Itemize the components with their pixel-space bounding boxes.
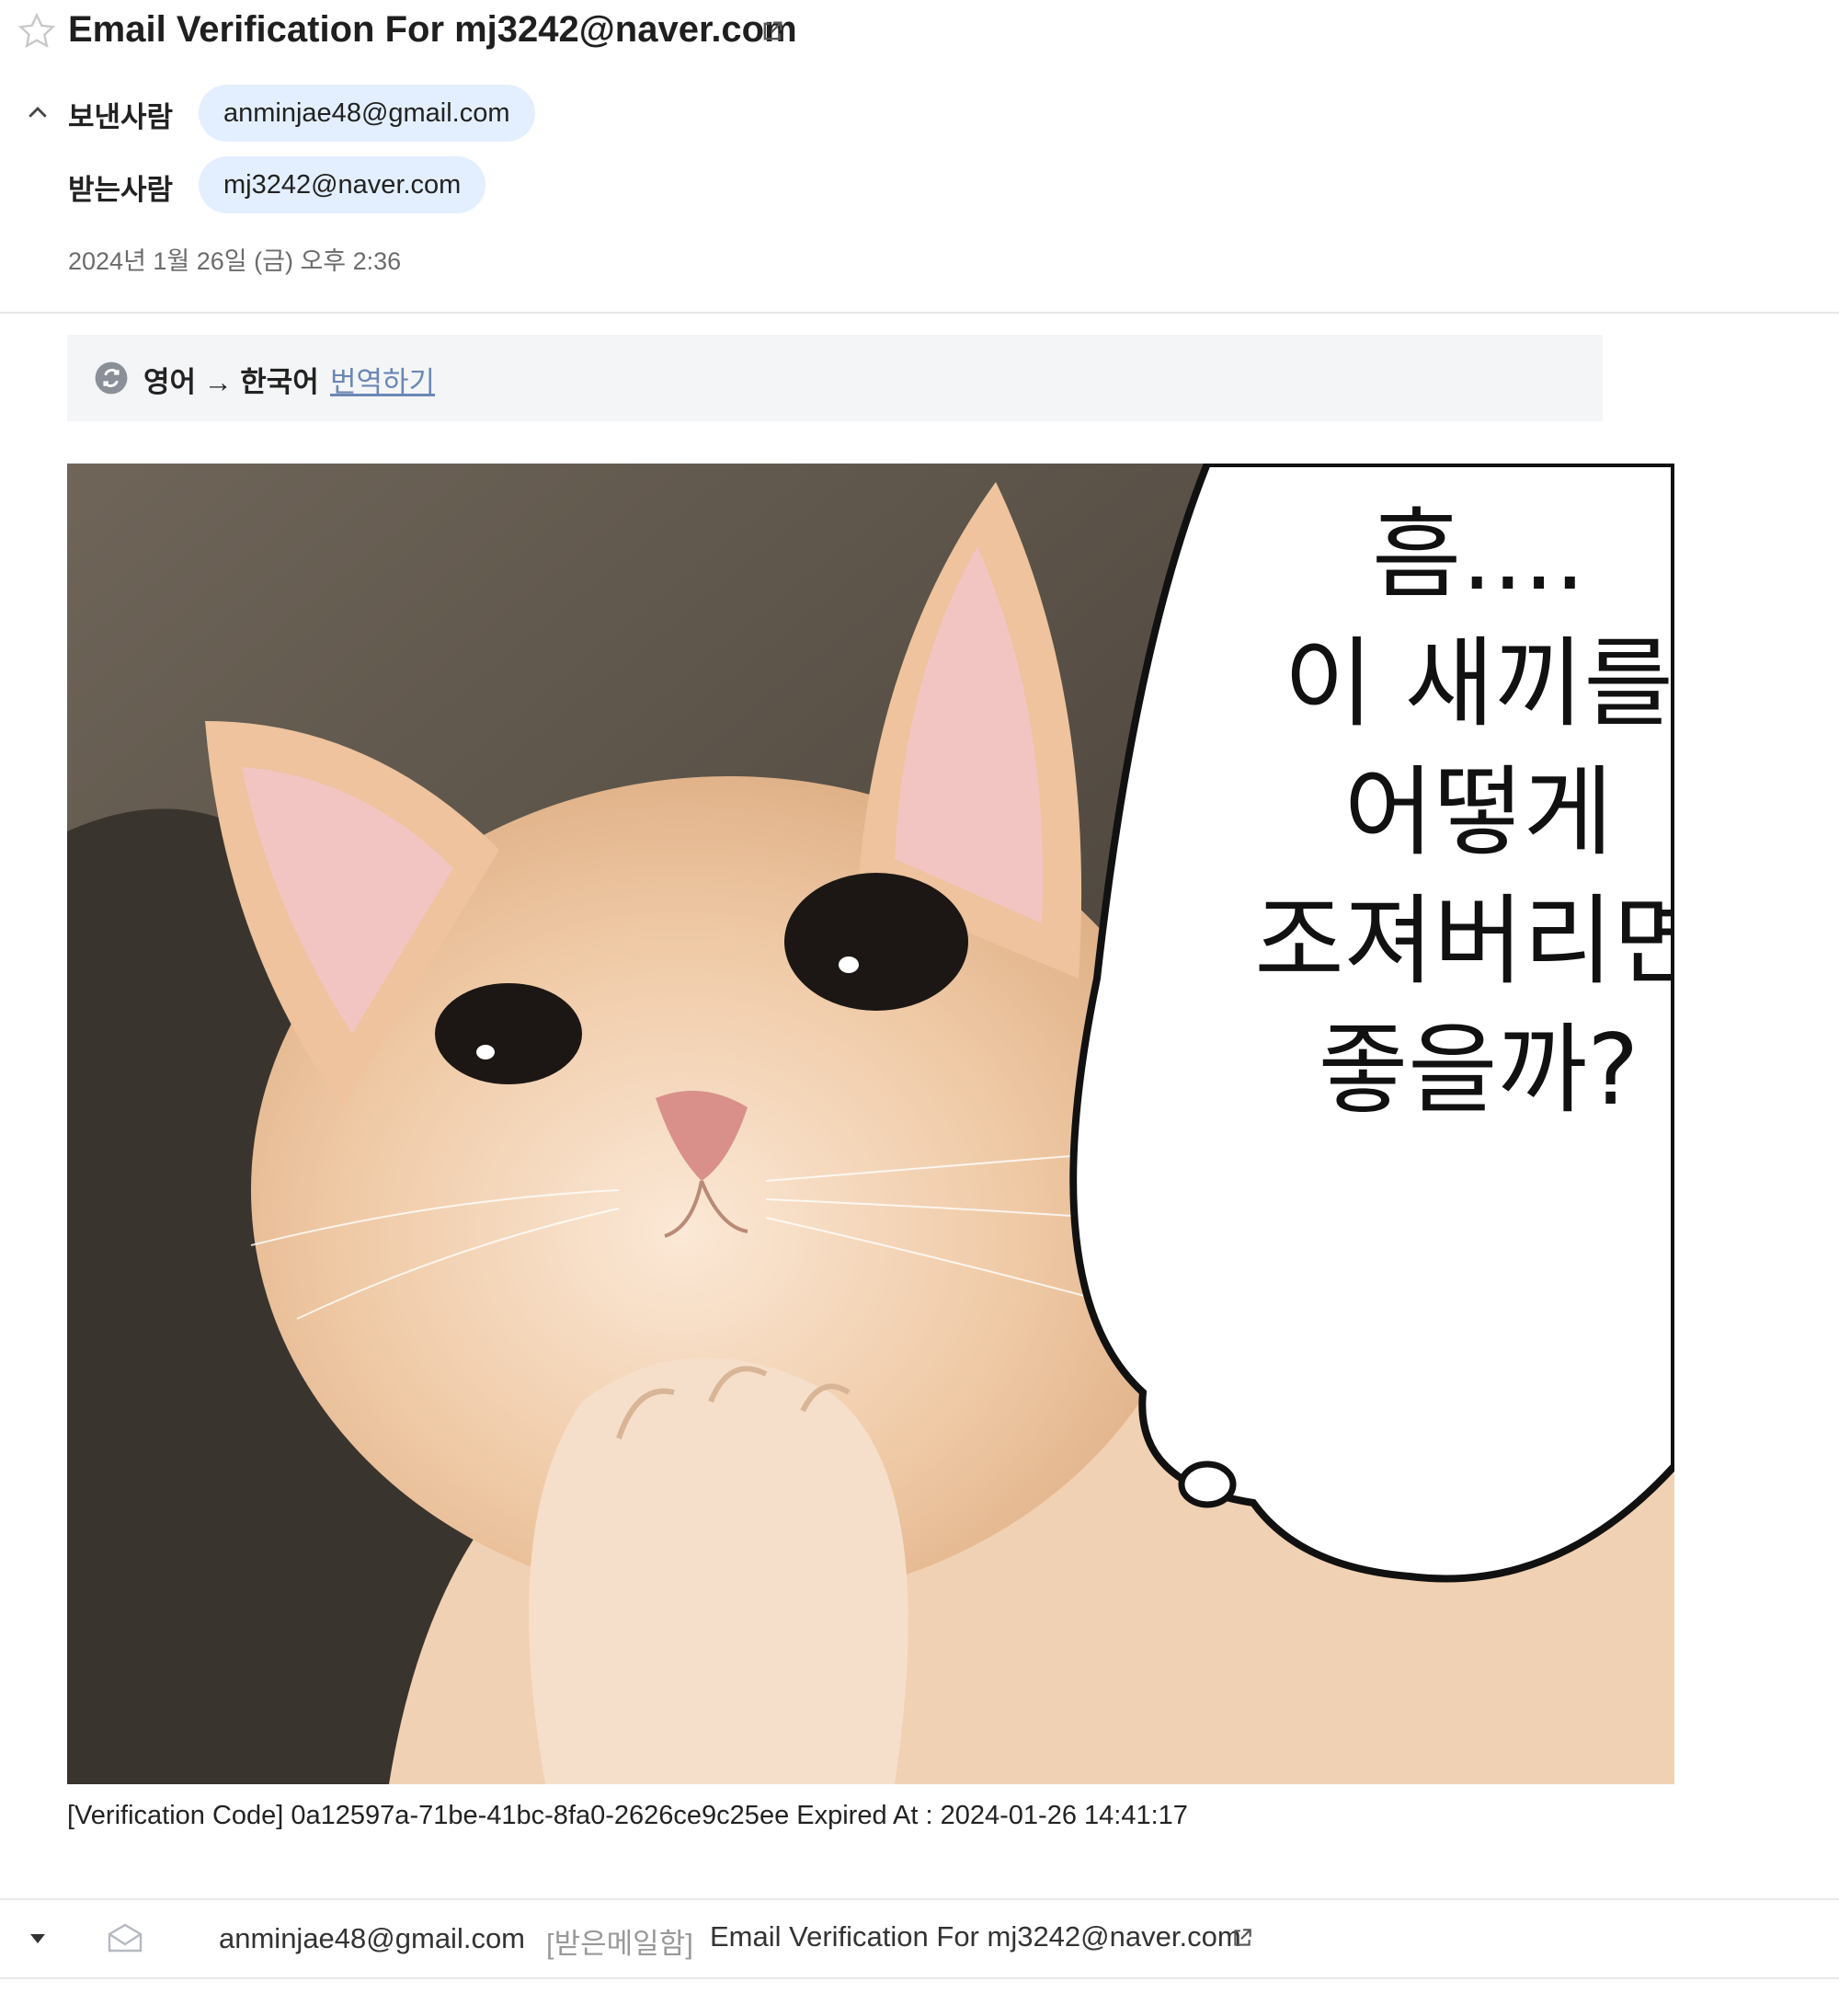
from-address-chip[interactable]: anminjae48@gmail.com [199, 85, 535, 142]
caret-down-icon[interactable] [28, 1931, 48, 1946]
bubble-line: 이 새끼를 [1284, 627, 1673, 740]
email-subject: Email Verification For mj3242@naver.com [68, 9, 797, 50]
verification-code-text: [Verification Code] 0a12597a-71be-41bc-8… [67, 1801, 1188, 1830]
chevron-up-icon[interactable] [24, 99, 51, 127]
star-icon[interactable] [17, 11, 57, 52]
translate-languages: 영어 → 한국어 [143, 366, 319, 398]
thread-divider-bottom [0, 1977, 1839, 1979]
thread-subject[interactable]: Email Verification For mj3242@naver.com [710, 1920, 1241, 1953]
thread-folder: [받은메일함] [546, 1928, 693, 1960]
translate-link[interactable]: 번역하기 [330, 359, 435, 400]
bubble-line: 어떻게 [1343, 756, 1614, 869]
cat-meme-image: 흠.... 이 새끼를 어떻게 조져버리면 좋을까? [67, 464, 1674, 1784]
header-divider [0, 312, 1839, 314]
thought-bubble-text: 흠.... 이 새끼를 어떻게 조져버리면 좋을까? [1157, 491, 1674, 1135]
envelope-icon [107, 1922, 143, 1953]
bubble-line: 흠.... [1371, 498, 1586, 612]
thread-sender[interactable]: anminjae48@gmail.com [219, 1922, 525, 1955]
translate-icon [94, 361, 129, 395]
from-label: 보낸사람 [68, 101, 174, 133]
external-link-icon[interactable] [760, 18, 785, 44]
bubble-line: 좋을까? [1318, 1014, 1639, 1127]
bubble-line: 조져버리면 [1254, 885, 1674, 998]
to-address-chip[interactable]: mj3242@naver.com [199, 156, 486, 213]
external-link-icon[interactable] [1230, 1926, 1254, 1950]
email-date: 2024년 1월 26일 (금) 오후 2:36 [68, 247, 402, 275]
to-label: 받는사람 [68, 174, 174, 206]
